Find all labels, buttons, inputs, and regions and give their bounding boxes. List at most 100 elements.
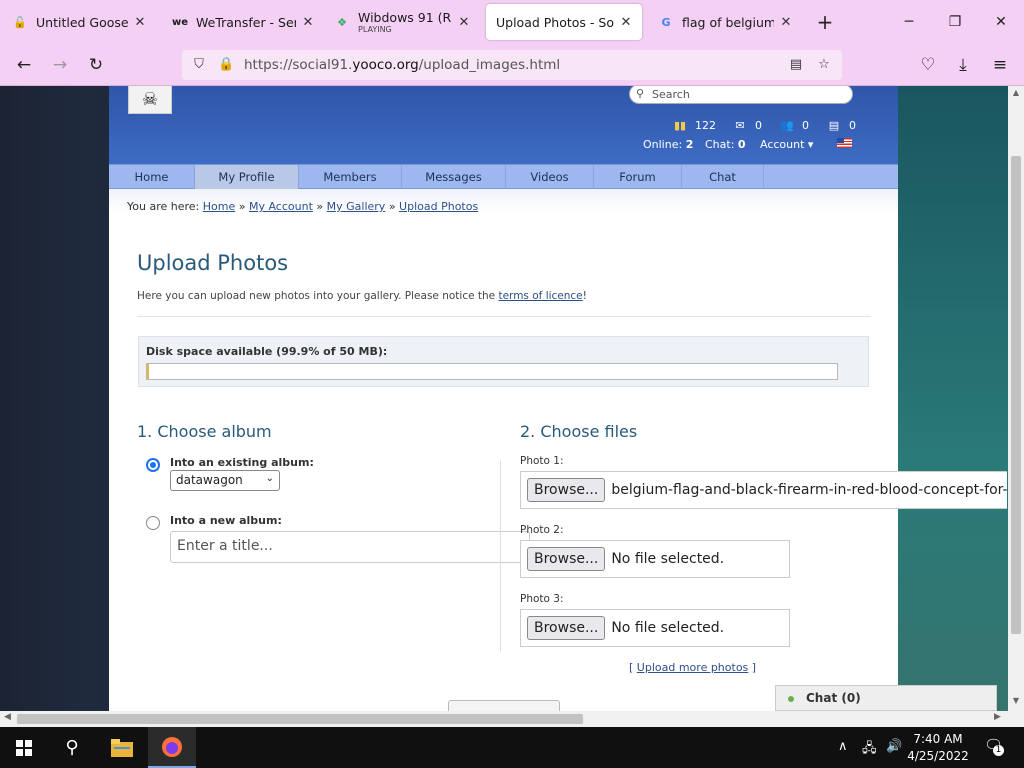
photo-3-label: Photo 3: — [520, 593, 564, 605]
photo-2-browse-button[interactable]: Browse... — [527, 547, 606, 571]
breadcrumb-upload-photos[interactable]: Upload Photos — [399, 200, 478, 213]
intro-text: Here you can upload new photos into your… — [137, 290, 587, 302]
breadcrumb-my-account[interactable]: My Account — [249, 200, 313, 213]
terms-of-licence-link[interactable]: terms of licence — [498, 290, 582, 302]
upload-more-photos-link[interactable]: Upload more photos — [637, 661, 749, 674]
new-album-label: Into a new album: — [170, 514, 282, 527]
photo-2-filename: No file selected. — [611, 551, 725, 567]
choose-album-heading: 1. Choose album — [137, 422, 272, 441]
photo-1-file-input[interactable]: Browse... belgium-flag-and-black-firearm… — [520, 471, 1007, 509]
breadcrumb-my-gallery[interactable]: My Gallery — [327, 200, 386, 213]
address-bar[interactable]: ⛉ 🔒 https://social91.yooco.org/upload_im… — [182, 50, 842, 80]
chat-label: Chat: — [705, 138, 735, 151]
online-dot-icon — [788, 696, 794, 702]
mail-icon: ✉ — [735, 118, 745, 132]
menu-item-home[interactable]: Home — [109, 165, 195, 189]
tab-wibdows91[interactable]: ❖ Wibdows 91 (REL6 8 PLAYING ✕ — [324, 4, 480, 40]
new-album-title-input[interactable]: Enter a title... — [170, 531, 530, 563]
intro-body: Here you can upload new photos into your… — [137, 290, 496, 302]
chat-widget[interactable]: Chat (0) — [775, 685, 997, 711]
google-icon: G — [661, 15, 671, 29]
breadcrumb-sep: » — [388, 200, 396, 213]
menu-item-my-profile[interactable]: My Profile — [195, 165, 299, 189]
search-icon[interactable]: ⚲ — [48, 727, 96, 768]
scroll-left-icon[interactable]: ◀ — [4, 712, 11, 722]
tab-wetransfer[interactable]: we WeTransfer - Send L ✕ — [162, 4, 324, 40]
main-menu: Home My Profile Members Messages Videos … — [109, 164, 898, 189]
minimize-icon[interactable]: ─ — [886, 8, 932, 36]
menu-item-forum[interactable]: Forum — [594, 165, 682, 189]
download-icon[interactable]: ⤓ — [950, 52, 976, 78]
forward-arrow-icon[interactable]: → — [47, 52, 73, 78]
new-album-radio[interactable] — [146, 516, 160, 530]
hamburger-menu-icon[interactable]: ≡ — [987, 52, 1013, 78]
scroll-up-icon[interactable]: ▲ — [1008, 88, 1024, 97]
bookmark-star-icon[interactable]: ☆ — [816, 57, 832, 73]
new-tab-button[interactable]: + — [812, 10, 838, 36]
tab-label: WeTransfer - Send L — [196, 14, 296, 30]
horizontal-scroll-thumb[interactable] — [17, 714, 583, 724]
vertical-scroll-thumb[interactable] — [1011, 156, 1021, 634]
menu-item-chat[interactable]: Chat — [682, 165, 764, 189]
header-search-input[interactable]: ⚲ Search — [629, 86, 853, 104]
firefox-icon[interactable] — [148, 727, 196, 768]
network-icon[interactable]: 🖧 — [862, 739, 877, 761]
clock[interactable]: 7:40 AM 4/25/2022 — [903, 731, 973, 765]
horizontal-scrollbar[interactable]: ◀ ▶ — [0, 711, 1024, 727]
breadcrumb-home[interactable]: Home — [203, 200, 235, 213]
tab-label-group: Wibdows 91 (REL6 8 PLAYING — [358, 10, 452, 34]
intro-end: ! — [582, 290, 587, 302]
photo-2-file-input[interactable]: Browse... No file selected. — [520, 540, 790, 578]
url-text[interactable]: https://social91.yooco.org/upload_images… — [244, 57, 560, 73]
photo-1-browse-button[interactable]: Browse... — [527, 478, 606, 502]
mail-counter[interactable]: ✉ 0 — [731, 118, 762, 132]
lock-icon[interactable]: 🔒 — [218, 57, 234, 73]
close-icon[interactable]: ✕ — [778, 15, 794, 30]
reload-icon[interactable]: ↻ — [83, 52, 109, 78]
file-explorer-icon[interactable] — [98, 727, 146, 768]
close-icon[interactable]: ✕ — [132, 15, 148, 30]
us-flag-icon[interactable] — [837, 138, 852, 148]
scroll-right-icon[interactable]: ▶ — [994, 712, 1001, 722]
photo-3-file-input[interactable]: Browse... No file selected. — [520, 609, 790, 647]
album-select[interactable]: datawagon ⌄ — [170, 470, 280, 491]
volume-icon[interactable]: 🔊 — [886, 739, 902, 754]
photo-3-browse-button[interactable]: Browse... — [527, 616, 606, 640]
close-icon[interactable]: ✕ — [618, 15, 634, 30]
close-icon[interactable]: ✕ — [300, 15, 316, 30]
notification-center-icon[interactable]: 🗨 1 — [984, 736, 1004, 756]
breadcrumb-prefix: You are here: — [127, 200, 200, 213]
friends-counter[interactable]: 👥 0 — [778, 118, 809, 132]
menu-item-messages[interactable]: Messages — [402, 165, 506, 189]
pocket-icon[interactable]: ♡ — [915, 52, 941, 78]
notes-count: 0 — [849, 118, 856, 132]
window-close-icon[interactable]: ✕ — [978, 8, 1024, 36]
tab-untitled-goose[interactable]: 🔓 Untitled Goose Gam ✕ — [2, 4, 156, 40]
coins-counter[interactable]: ▮▮ 122 — [671, 118, 716, 132]
shield-icon[interactable]: ⛉ — [191, 57, 207, 73]
chat-widget-label: Chat (0) — [806, 691, 861, 705]
windows-start-icon[interactable] — [0, 727, 48, 768]
url-domain: yooco.org — [352, 57, 419, 73]
online-count: 2 — [685, 138, 694, 151]
vertical-scrollbar[interactable]: ▲ ▼ — [1008, 86, 1024, 711]
tab-flag-of-belgium[interactable]: G flag of belgium blo ✕ — [648, 4, 802, 40]
wetransfer-icon: we — [171, 16, 189, 28]
tab-upload-photos[interactable]: Upload Photos - Social9 ✕ — [486, 4, 642, 40]
existing-album-label: Into an existing album: — [170, 456, 314, 469]
back-arrow-icon[interactable]: ← — [11, 52, 37, 78]
tray-chevron-up-icon[interactable]: ∧ — [838, 739, 848, 754]
menu-item-members[interactable]: Members — [299, 165, 402, 189]
menu-item-videos[interactable]: Videos — [506, 165, 594, 189]
close-icon[interactable]: ✕ — [456, 15, 472, 30]
scroll-down-icon[interactable]: ▼ — [1008, 696, 1024, 705]
reader-view-icon[interactable]: ▤ — [788, 57, 804, 73]
disk-space-label: Disk space available (99.9% of 50 MB): — [146, 345, 388, 358]
notes-counter[interactable]: ▤ 0 — [825, 118, 856, 132]
existing-album-radio[interactable] — [146, 458, 160, 472]
tab-label: flag of belgium blo — [682, 14, 774, 30]
account-menu[interactable]: Account ▾ — [760, 138, 813, 151]
upload-button-partial[interactable] — [448, 700, 560, 711]
site-logo[interactable]: ☠ — [128, 86, 172, 114]
maximize-icon[interactable]: ❐ — [932, 8, 978, 36]
